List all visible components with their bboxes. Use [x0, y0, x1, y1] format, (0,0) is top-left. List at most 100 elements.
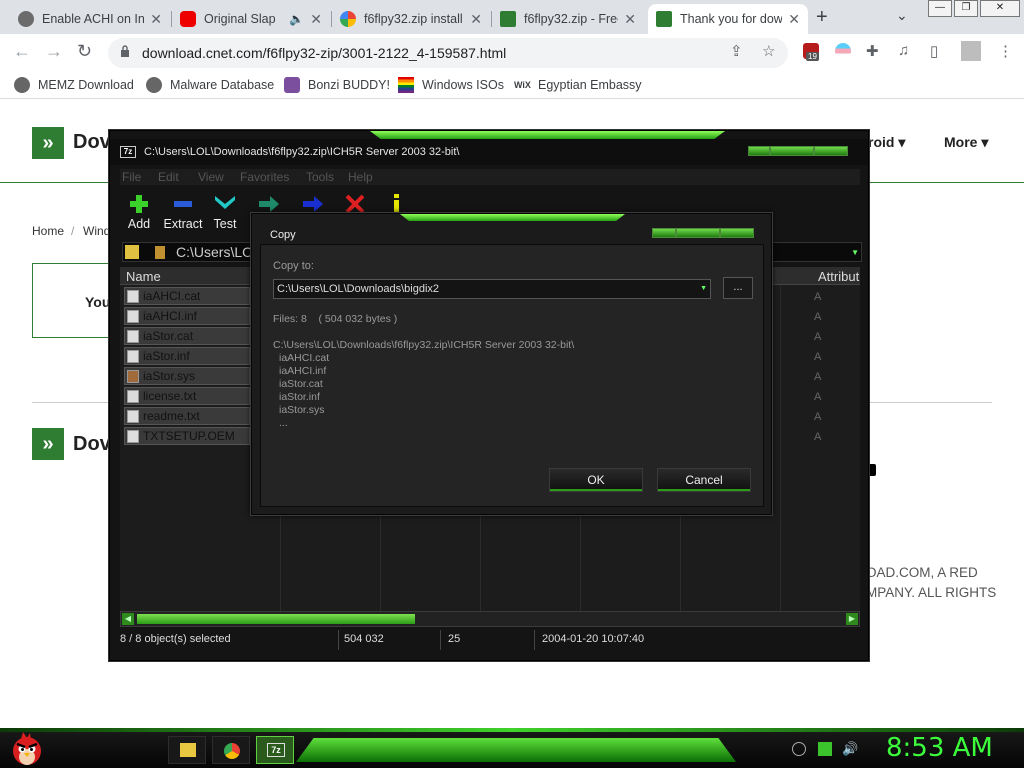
kebab-menu-icon[interactable]: ⋮ [998, 42, 1013, 60]
tab-enable-achi[interactable]: Enable ACHI on Int ✕ [10, 4, 170, 34]
list-item[interactable]: iaAHCI.cat [124, 287, 250, 305]
menu-favorites[interactable]: Favorites [240, 170, 289, 184]
close-window-button[interactable]: ✕ [980, 0, 1020, 17]
bookmark-bonzi[interactable]: Bonzi BUDDY! [284, 77, 390, 93]
bookmark-memz[interactable]: MEMZ Download [14, 77, 134, 93]
copy-button[interactable] [246, 193, 292, 215]
close-icon[interactable]: ✕ [150, 11, 162, 28]
horizontal-scrollbar[interactable]: ◀ ▶ [120, 611, 860, 627]
tab-original-slap[interactable]: Original Slap 🔈 ✕ [172, 4, 330, 34]
file-icon [127, 330, 139, 343]
globe-icon [18, 11, 34, 27]
network-icon[interactable] [818, 742, 832, 756]
tab-f6flpy32-install[interactable]: f6flpy32.zip install ✕ [332, 4, 490, 34]
nav-more[interactable]: More ▾ [944, 134, 988, 151]
minus-icon [174, 201, 192, 207]
ok-button[interactable]: OK [549, 468, 643, 492]
tab-title: f6flpy32.zip install [364, 12, 463, 26]
reload-button[interactable]: ↻ [77, 41, 92, 62]
extract-button[interactable]: Extract [160, 193, 206, 231]
menu-file[interactable]: File [122, 170, 141, 184]
dialog-minimize-button[interactable] [652, 228, 676, 238]
breadcrumb-home[interactable]: Home [32, 224, 64, 238]
list-item[interactable]: license.txt [124, 387, 250, 405]
dialog-close-button[interactable] [720, 228, 754, 238]
attribute-cell: A [814, 371, 822, 383]
cancel-button[interactable]: Cancel [657, 468, 751, 492]
taskbar-chrome[interactable] [212, 736, 250, 764]
taskbar-7zip[interactable]: 7z [256, 736, 294, 764]
scroll-right-icon[interactable]: ▶ [846, 613, 858, 625]
bookmark-egyptian-embassy[interactable]: WiX Egyptian Embassy [514, 77, 642, 93]
menu-edit[interactable]: Edit [158, 170, 179, 184]
profile-avatar-icon[interactable] [961, 41, 981, 61]
list-item[interactable]: iaStor.sys [124, 367, 250, 385]
address-bar[interactable]: download.cnet.com/f6flpy32-zip/3001-2122… [108, 38, 788, 68]
test-button[interactable]: Test [202, 193, 248, 231]
download-logo-icon[interactable]: » [32, 127, 64, 159]
system-clock[interactable]: 8:53 AM [886, 733, 993, 763]
flag-extension-icon[interactable] [835, 43, 851, 59]
minimize-button[interactable] [748, 146, 770, 156]
copy-dialog[interactable]: Copy Copy to: C:\Users\LOL\Downloads\big… [251, 213, 772, 515]
list-item[interactable]: iaStor.inf [124, 347, 250, 365]
media-control-icon[interactable]: ♫ [898, 42, 909, 59]
menu-tools[interactable]: Tools [306, 170, 334, 184]
delete-button[interactable] [332, 193, 378, 215]
move-button[interactable] [290, 193, 336, 215]
close-icon[interactable]: ✕ [788, 11, 800, 28]
column-attributes[interactable]: Attribut [818, 269, 859, 284]
chevron-down-icon[interactable]: ▼ [700, 285, 707, 292]
tab-title: Thank you for dow [680, 12, 783, 26]
breadcrumb-windows[interactable]: Wind [83, 224, 110, 238]
bookmark-malware-db[interactable]: Malware Database [146, 77, 274, 93]
share-icon[interactable]: ⇪ [730, 42, 743, 60]
tray-chevron-icon[interactable] [792, 742, 806, 756]
maximize-button[interactable] [770, 146, 814, 156]
list-item[interactable]: TXTSETUP.OEM [124, 427, 250, 445]
restore-button[interactable]: ❐ [954, 0, 978, 17]
tab-search-button[interactable]: ⌄ [896, 7, 908, 24]
star-icon[interactable]: ☆ [762, 42, 775, 60]
add-button[interactable]: Add [116, 193, 162, 231]
sevenzip-titlebar[interactable]: 7z C:\Users\LOL\Downloads\f6flpy32.zip\I… [110, 139, 868, 165]
tab-thank-you[interactable]: Thank you for dow ✕ [648, 4, 808, 34]
destination-combobox[interactable]: C:\Users\LOL\Downloads\bigdix2 ▼ [273, 279, 711, 299]
scroll-thumb[interactable] [137, 614, 415, 624]
file-icon [127, 430, 139, 443]
scroll-left-icon[interactable]: ◀ [122, 613, 134, 625]
start-button-angry-bird-icon[interactable] [10, 730, 44, 766]
close-icon[interactable]: ✕ [310, 11, 322, 28]
column-name[interactable]: Name [126, 269, 161, 284]
speaker-icon[interactable]: 🔈 [289, 12, 304, 26]
list-item[interactable]: iaAHCI.inf [124, 307, 250, 325]
menu-help[interactable]: Help [348, 170, 373, 184]
list-item[interactable]: readme.txt [124, 407, 250, 425]
bookmark-windows-isos[interactable]: Windows ISOs [398, 77, 504, 93]
nav-android[interactable]: roid ▾ [868, 134, 905, 151]
volume-icon[interactable]: 🔊 [842, 742, 858, 756]
info-button[interactable] [374, 193, 420, 215]
back-button[interactable]: ← [13, 41, 31, 62]
attribute-cell: A [814, 351, 822, 363]
bookmarks-bar: MEMZ Download Malware Database Bonzi BUD… [0, 71, 1024, 99]
folder-up-icon[interactable] [125, 245, 139, 259]
close-icon[interactable]: ✕ [624, 11, 636, 28]
taskbar-explorer[interactable] [168, 736, 206, 764]
status-size: 504 032 [344, 633, 384, 645]
menu-view[interactable]: View [198, 170, 224, 184]
side-panel-icon[interactable]: ▯ [930, 42, 938, 60]
globe-icon [14, 77, 30, 93]
browse-button[interactable]: ... [723, 277, 753, 299]
minimize-button[interactable]: — [928, 0, 952, 17]
list-item[interactable]: iaStor.cat [124, 327, 250, 345]
close-button[interactable] [814, 146, 848, 156]
chevron-down-icon[interactable]: ▼ [851, 248, 859, 257]
forward-button[interactable]: → [45, 41, 63, 62]
dialog-maximize-button[interactable] [676, 228, 720, 238]
new-tab-button[interactable]: + [816, 6, 828, 29]
close-icon[interactable]: ✕ [470, 11, 482, 28]
tab-f6flpy32-free[interactable]: f6flpy32.zip - Free ✕ [492, 4, 644, 34]
extensions-icon[interactable]: ✚ [866, 42, 879, 60]
site-logo-text[interactable]: Dov [73, 131, 111, 154]
